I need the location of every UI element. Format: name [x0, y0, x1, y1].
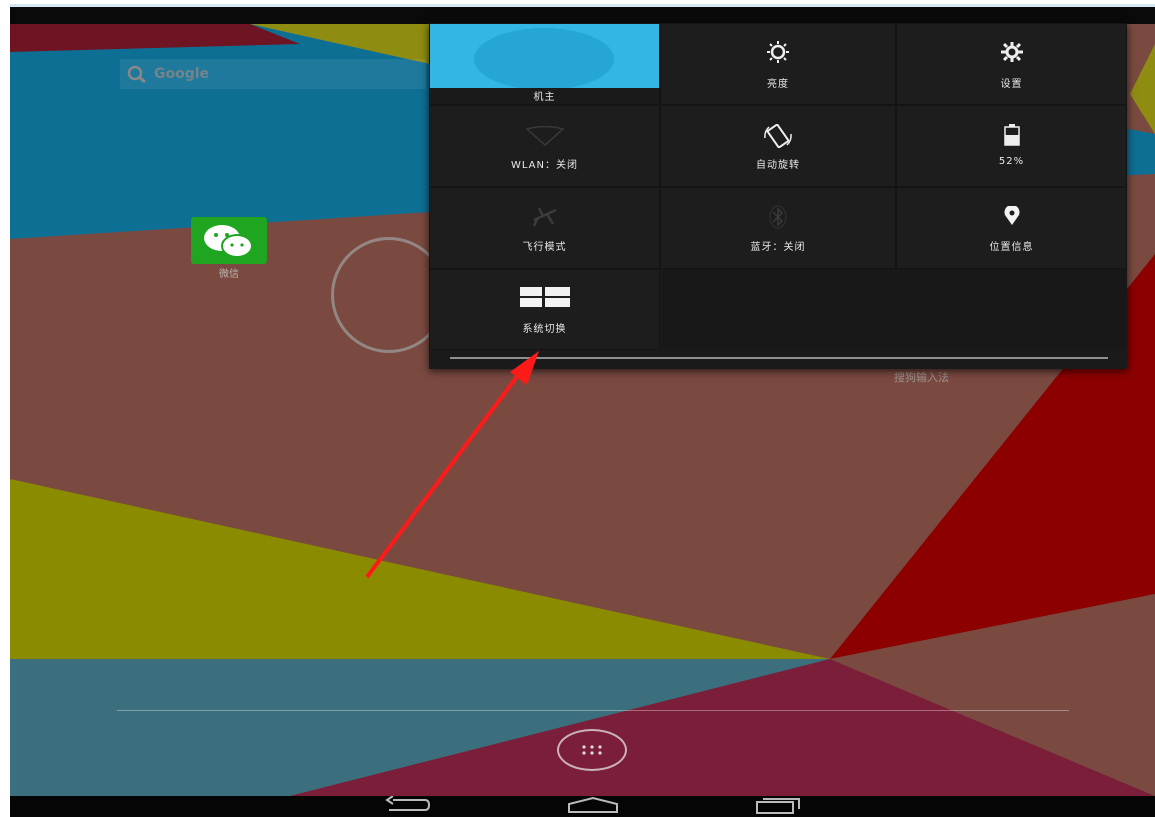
screenshot-frame: Google 微信 搜狗输入法 机主 亮度 设置 WLAN：关闭 自动旋转 52…	[0, 0, 1155, 817]
tablet-screen: Google 微信 搜狗输入法 机主 亮度 设置 WLAN：关闭 自动旋转 52…	[10, 4, 1155, 817]
annotation-arrow	[365, 351, 539, 579]
